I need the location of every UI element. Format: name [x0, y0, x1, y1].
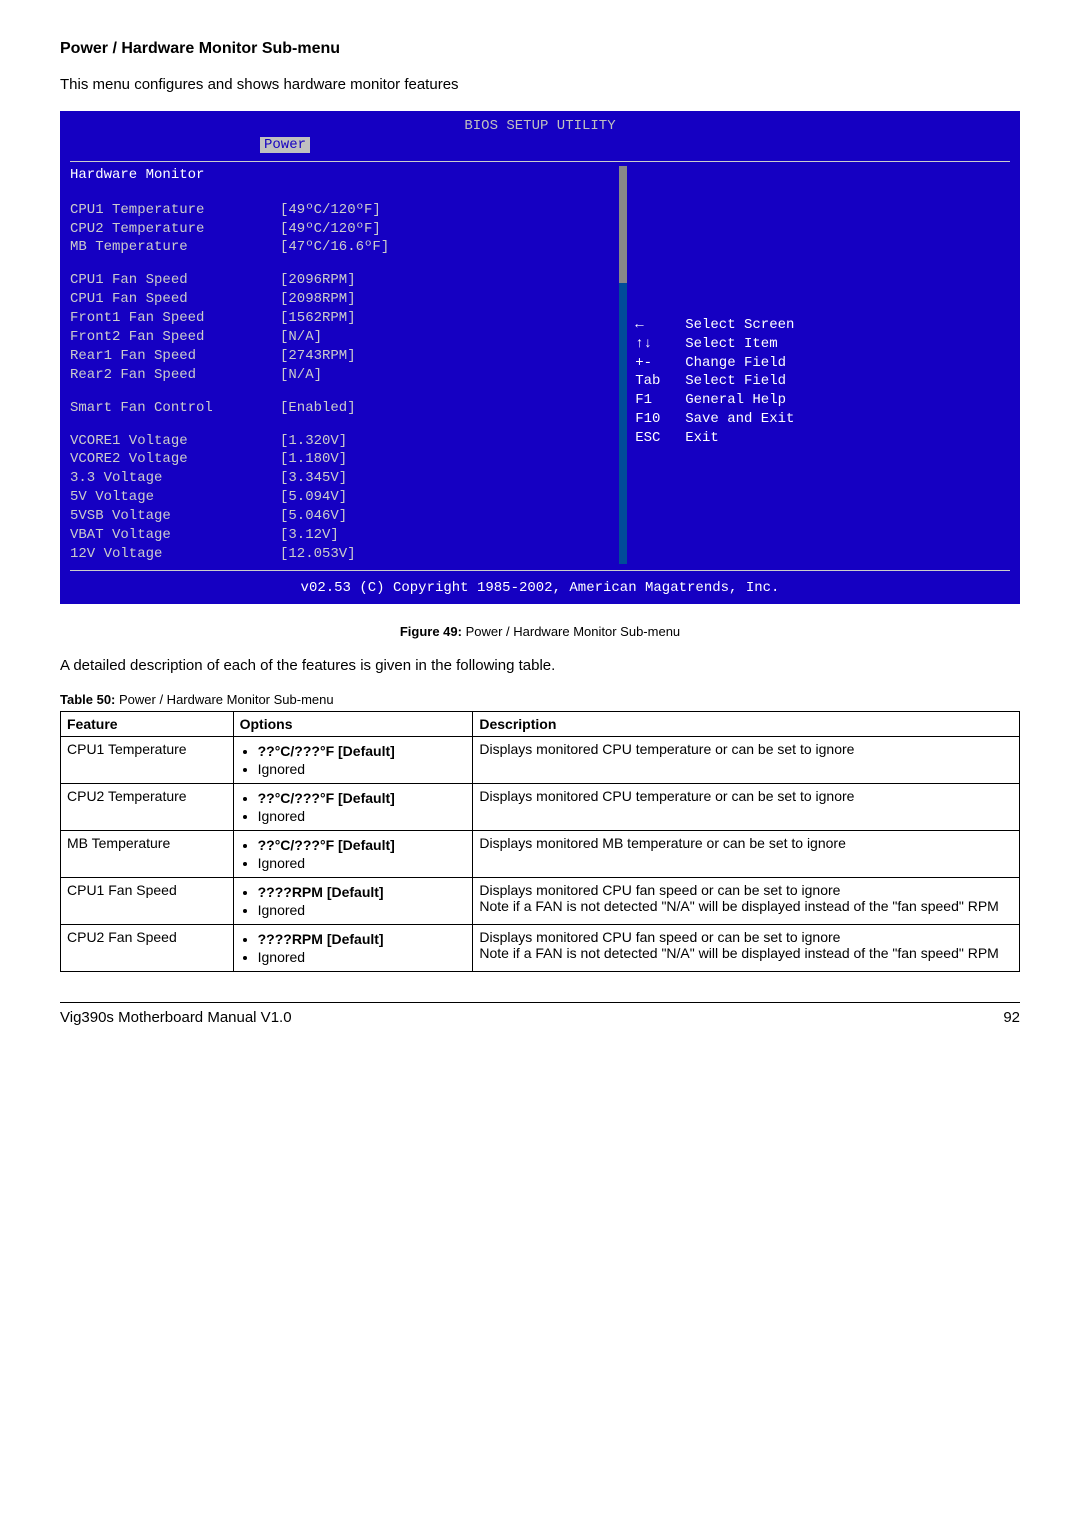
fan-row: Front2 Fan Speed[N/A] — [70, 328, 615, 347]
bios-right-panel: ←Select Screen ↑↓Select Item +-Change Fi… — [625, 166, 1010, 564]
temp-row: CPU2 Temperature[49ºC/120ºF] — [70, 220, 615, 239]
table-caption: Table 50: Power / Hardware Monitor Sub-m… — [60, 692, 1020, 707]
fan-row: Front1 Fan Speed[1562RPM] — [70, 309, 615, 328]
bios-screenshot: BIOS SETUP UTILITY Power Hardware Monito… — [60, 111, 1020, 604]
th-feature: Feature — [61, 711, 234, 736]
smartfan-row: Smart Fan Control[Enabled] — [70, 399, 615, 418]
fan-row: CPU1 Fan Speed[2098RPM] — [70, 290, 615, 309]
fan-row: Rear2 Fan Speed[N/A] — [70, 366, 615, 385]
divider — [70, 570, 1010, 571]
bios-section-title: Hardware Monitor — [70, 166, 615, 185]
fan-row: CPU1 Fan Speed[2096RPM] — [70, 271, 615, 290]
table-row: CPU2 Fan Speed ????RPM [Default]Ignored … — [61, 924, 1020, 971]
divider — [70, 161, 1010, 162]
volt-row: VCORE2 Voltage[1.180V] — [70, 450, 615, 469]
intro-text: This menu configures and shows hardware … — [60, 76, 1020, 93]
scroll-indicator — [619, 166, 627, 564]
bios-tab-power: Power — [260, 137, 310, 153]
fan-row: Rear1 Fan Speed[2743RPM] — [70, 347, 615, 366]
footer-left: Vig390s Motherboard Manual V1.0 — [60, 1009, 292, 1026]
volt-row: VBAT Voltage[3.12V] — [70, 526, 615, 545]
mid-paragraph: A detailed description of each of the fe… — [60, 657, 1020, 674]
bios-tab-row: Power — [60, 136, 1020, 161]
section-heading: Power / Hardware Monitor Sub-menu — [60, 40, 1020, 58]
footer-page-number: 92 — [1003, 1009, 1020, 1026]
table-row: CPU1 Temperature ??°C/???°F [Default]Ign… — [61, 736, 1020, 783]
volt-row: 12V Voltage[12.053V] — [70, 545, 615, 564]
table-row: CPU1 Fan Speed ????RPM [Default]Ignored … — [61, 877, 1020, 924]
volt-row: 5V Voltage[5.094V] — [70, 488, 615, 507]
bios-left-panel: Hardware Monitor CPU1 Temperature[49ºC/1… — [70, 166, 615, 564]
description-table: Feature Options Description CPU1 Tempera… — [60, 711, 1020, 972]
bios-title: BIOS SETUP UTILITY — [60, 111, 1020, 136]
table-row: CPU2 Temperature ??°C/???°F [Default]Ign… — [61, 783, 1020, 830]
bios-copyright: v02.53 (C) Copyright 1985-2002, American… — [60, 575, 1020, 604]
th-description: Description — [473, 711, 1020, 736]
table-row: MB Temperature ??°C/???°F [Default]Ignor… — [61, 830, 1020, 877]
temp-row: MB Temperature[47ºC/16.6ºF] — [70, 238, 615, 257]
bios-help-keys: ←Select Screen ↑↓Select Item +-Change Fi… — [635, 316, 1010, 448]
volt-row: 3.3 Voltage[3.345V] — [70, 469, 615, 488]
volt-row: VCORE1 Voltage[1.320V] — [70, 432, 615, 451]
th-options: Options — [233, 711, 473, 736]
temp-row: CPU1 Temperature[49ºC/120ºF] — [70, 201, 615, 220]
volt-row: 5VSB Voltage[5.046V] — [70, 507, 615, 526]
figure-caption: Figure 49: Power / Hardware Monitor Sub-… — [60, 624, 1020, 639]
table-header-row: Feature Options Description — [61, 711, 1020, 736]
page-footer: Vig390s Motherboard Manual V1.0 92 — [60, 1002, 1020, 1026]
